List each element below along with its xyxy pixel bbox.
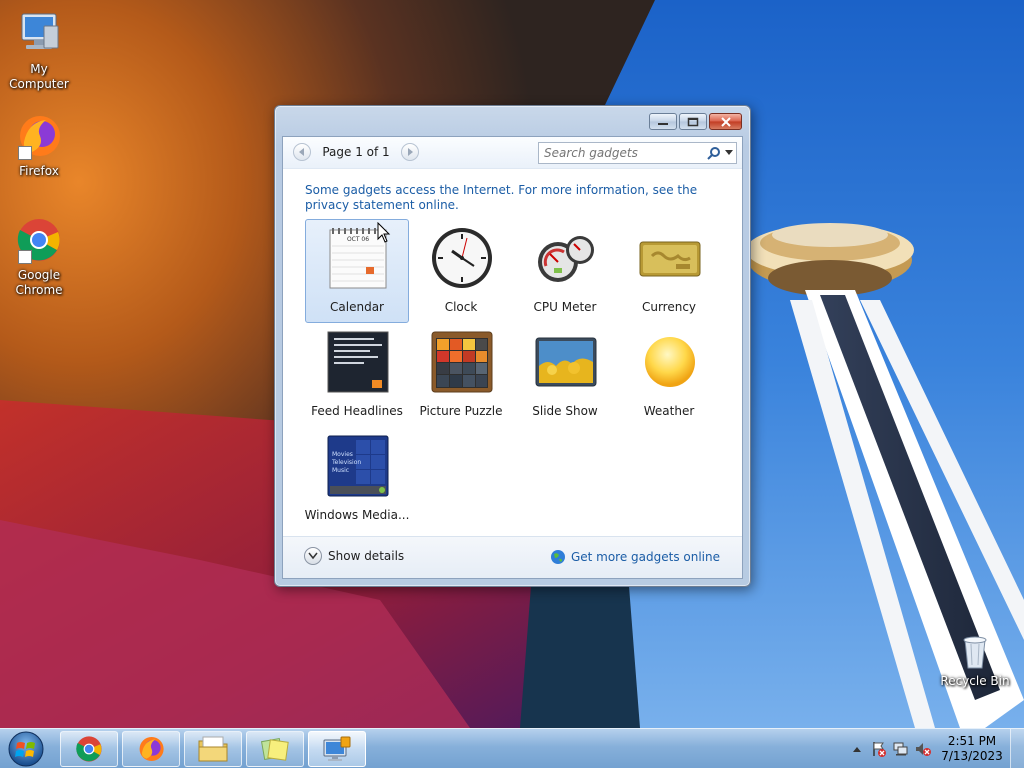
desktop-icon-label: Google Chrome <box>15 268 63 297</box>
close-icon <box>720 116 731 127</box>
privacy-notice-link[interactable]: Some gadgets access the Internet. For mo… <box>305 183 705 213</box>
notification-area: 2:51 PM 7/13/2023 <box>846 729 1024 768</box>
gallery-footer: Show details Get more gadgets online <box>283 536 742 578</box>
search-gadgets-box <box>538 142 737 164</box>
firefox-icon <box>139 737 164 761</box>
calendar-month-text: OCT 06 <box>347 236 369 243</box>
recycle-bin-icon <box>955 632 995 672</box>
shortcut-arrow-icon <box>18 146 32 160</box>
gadget-tile-feed-headlines[interactable]: Feed Headlines <box>305 323 409 427</box>
shortcut-arrow-icon <box>18 250 32 264</box>
minimize-button[interactable] <box>649 113 677 130</box>
window-caption-buttons <box>647 113 742 130</box>
media-menu-text: Television <box>331 459 361 466</box>
taskbar: 2:51 PM 7/13/2023 <box>0 728 1024 768</box>
taskbar-firefox-button[interactable] <box>122 731 180 767</box>
desktop-icon-firefox[interactable]: Firefox <box>0 112 78 179</box>
cpu-meter-icon <box>534 226 598 290</box>
desktop-icon-my-computer[interactable]: My Computer <box>0 10 78 92</box>
gadget-label: Picture Puzzle <box>419 404 503 418</box>
taskbar-gadgets-button[interactable] <box>308 731 366 767</box>
chevron-up-icon <box>853 747 861 752</box>
search-gadgets-input[interactable] <box>539 144 706 162</box>
get-more-gadgets-link[interactable]: Get more gadgets online <box>550 549 720 565</box>
desktop-icon-label: Firefox <box>19 164 59 178</box>
desktop-icon-label: Recycle Bin <box>940 674 1010 688</box>
gadget-label: Windows Media... <box>304 508 410 522</box>
clock-icon <box>430 226 494 290</box>
desktop-icon-google-chrome[interactable]: Google Chrome <box>0 216 78 298</box>
gadget-tile-clock[interactable]: Clock <box>409 219 513 323</box>
gadget-tile-picture-puzzle[interactable]: Picture Puzzle <box>409 323 513 427</box>
windows-media-center-icon: Movies Television Music <box>326 434 390 498</box>
clock-date: 7/13/2023 <box>941 749 1003 763</box>
search-icon[interactable] <box>706 145 722 161</box>
windows-logo-icon <box>8 731 44 767</box>
gadget-label: Slide Show <box>532 404 598 418</box>
slide-show-icon <box>534 330 598 394</box>
chrome-icon <box>76 736 102 762</box>
show-details-toggle[interactable]: Show details <box>304 547 404 565</box>
show-details-label: Show details <box>328 549 405 563</box>
gadget-label: Weather <box>643 404 695 418</box>
chevron-down-icon[interactable] <box>722 145 736 161</box>
gadget-label: Calendar <box>330 300 384 314</box>
computer-icon <box>14 10 64 60</box>
start-button[interactable] <box>6 730 46 768</box>
media-menu-text: Music <box>332 467 349 474</box>
picture-puzzle-icon <box>430 330 494 394</box>
currency-icon <box>638 226 702 290</box>
gadget-tile-windows-media-center[interactable]: Movies Television Music Windows Media... <box>305 427 409 531</box>
gadget-tile-weather[interactable]: Weather <box>617 323 721 427</box>
previous-page-button[interactable] <box>293 143 311 161</box>
gadgets-icon <box>323 736 351 761</box>
media-menu-text: Movies <box>332 451 353 458</box>
gadget-label: Feed Headlines <box>311 404 403 418</box>
chevron-down-icon <box>304 547 322 565</box>
gadget-grid: OCT 06 Calendar Clock CPU Meter Currency… <box>305 219 725 531</box>
taskbar-chrome-button[interactable] <box>60 731 118 767</box>
show-desktop-button[interactable] <box>1010 729 1024 768</box>
clock-time: 2:51 PM <box>947 734 997 748</box>
gadget-label: Clock <box>444 300 478 314</box>
gadget-label: CPU Meter <box>533 300 597 314</box>
volume-muted-icon[interactable] <box>912 738 934 760</box>
maximize-icon <box>687 117 699 126</box>
chevron-left-icon <box>299 148 304 156</box>
action-center-icon[interactable] <box>868 738 890 760</box>
desktop-icon-recycle-bin[interactable]: Recycle Bin <box>936 632 1014 689</box>
show-hidden-icons-button[interactable] <box>846 738 868 760</box>
gallery-toolbar: Page 1 of 1 <box>283 137 742 169</box>
firefox-icon <box>14 112 64 162</box>
mouse-pointer-icon <box>377 222 391 243</box>
feed-headlines-icon <box>326 330 390 394</box>
gadget-tile-cpu-meter[interactable]: CPU Meter <box>513 219 617 323</box>
sticky-notes-icon <box>260 737 289 761</box>
chevron-right-icon <box>408 148 413 156</box>
file-explorer-icon <box>198 736 228 762</box>
page-indicator: Page 1 of 1 <box>322 145 390 159</box>
taskbar-sticky-notes-button[interactable] <box>246 731 304 767</box>
gadget-gallery-content: Page 1 of 1 Some gadgets access the Inte… <box>282 136 743 579</box>
network-icon[interactable] <box>890 738 912 760</box>
gadget-gallery-window: Page 1 of 1 Some gadgets access the Inte… <box>274 105 751 587</box>
next-page-button[interactable] <box>401 143 419 161</box>
globe-icon <box>550 549 566 565</box>
gadget-tile-currency[interactable]: Currency <box>617 219 721 323</box>
gadget-label: Currency <box>641 300 697 314</box>
gadget-tile-calendar[interactable]: OCT 06 Calendar <box>305 219 409 323</box>
minimize-icon <box>658 122 668 125</box>
page-navigator: Page 1 of 1 <box>293 143 419 161</box>
chrome-icon <box>14 216 64 266</box>
close-button[interactable] <box>709 113 742 130</box>
taskbar-clock[interactable]: 2:51 PM 7/13/2023 <box>934 734 1010 764</box>
taskbar-file-explorer-button[interactable] <box>184 731 242 767</box>
maximize-button[interactable] <box>679 113 707 130</box>
get-more-gadgets-label: Get more gadgets online <box>570 550 720 564</box>
gadget-tile-slide-show[interactable]: Slide Show <box>513 323 617 427</box>
weather-icon <box>638 330 702 394</box>
desktop-icon-label: My Computer <box>9 62 69 91</box>
